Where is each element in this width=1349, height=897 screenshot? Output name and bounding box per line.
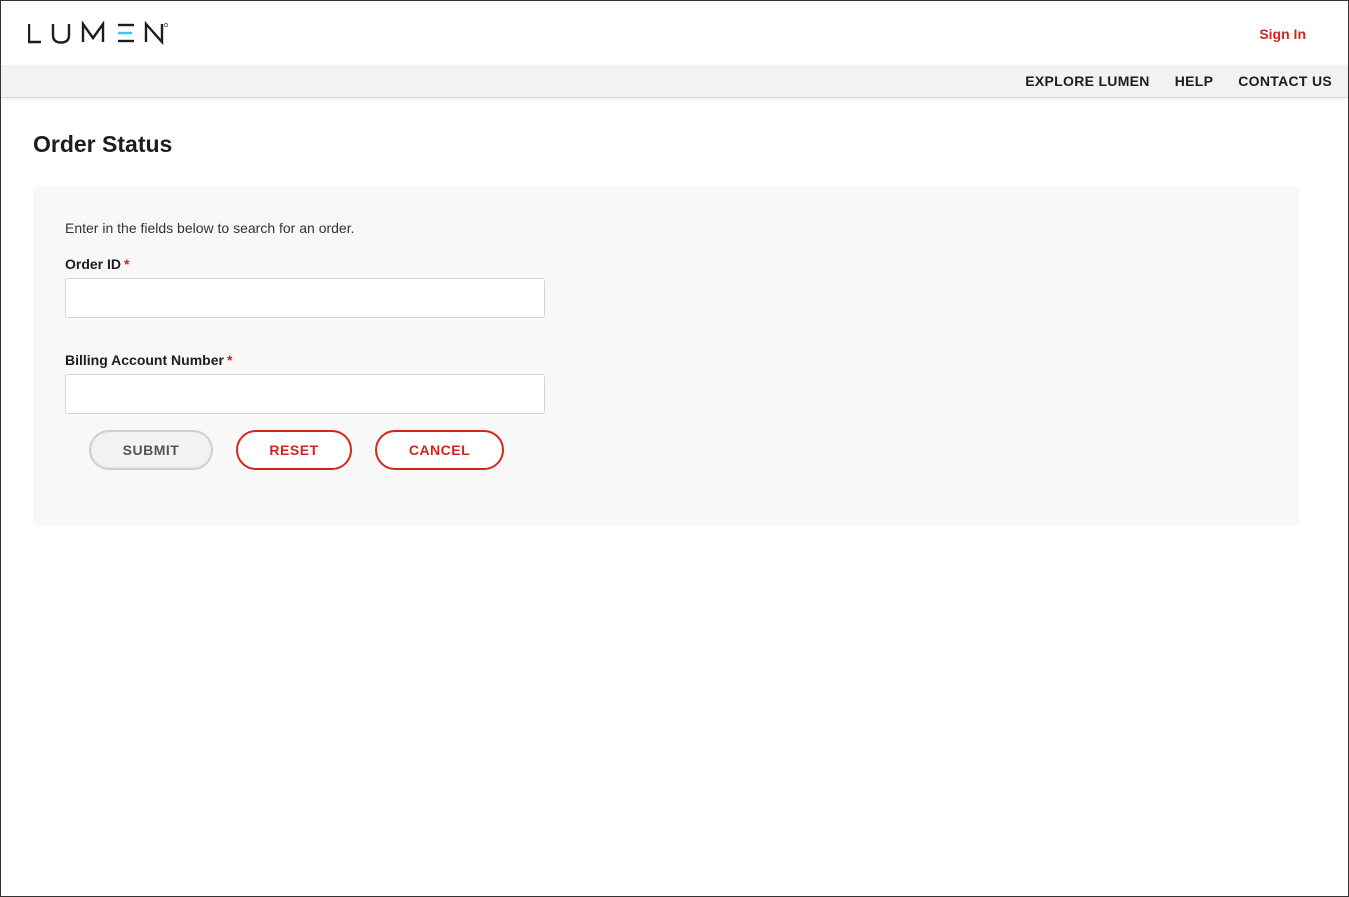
submit-button[interactable]: SUBMIT (89, 430, 213, 470)
required-marker: * (226, 352, 233, 368)
form-instructions: Enter in the fields below to search for … (65, 220, 355, 236)
lumen-logo[interactable] (28, 21, 168, 47)
billing-account-label-text: Billing Account Number (65, 352, 224, 368)
billing-account-label: Billing Account Number * (65, 352, 232, 368)
nav-item-explore-lumen[interactable]: EXPLORE LUMEN (1025, 73, 1149, 89)
page-title: Order Status (33, 131, 173, 157)
required-marker: * (124, 256, 130, 272)
nav-item-help[interactable]: HELP (1175, 73, 1214, 89)
nav-item-contact-us[interactable]: CONTACT US (1238, 73, 1332, 89)
sign-in-link[interactable]: Sign In (1259, 26, 1306, 42)
billing-account-input[interactable] (65, 374, 545, 414)
order-id-label: Order ID * (65, 256, 129, 272)
cancel-button[interactable]: CANCEL (375, 430, 504, 470)
lumen-logo-mark (28, 21, 168, 46)
order-id-input[interactable] (65, 278, 545, 318)
reset-button[interactable]: RESET (236, 430, 352, 470)
nav-menu: EXPLORE LUMEN HELP CONTACT US (1025, 65, 1332, 97)
main-navbar: EXPLORE LUMEN HELP CONTACT US (1, 65, 1348, 98)
order-search-panel: Enter in the fields below to search for … (33, 186, 1299, 526)
order-id-label-text: Order ID (65, 256, 122, 272)
top-header: Sign In (1, 1, 1348, 65)
